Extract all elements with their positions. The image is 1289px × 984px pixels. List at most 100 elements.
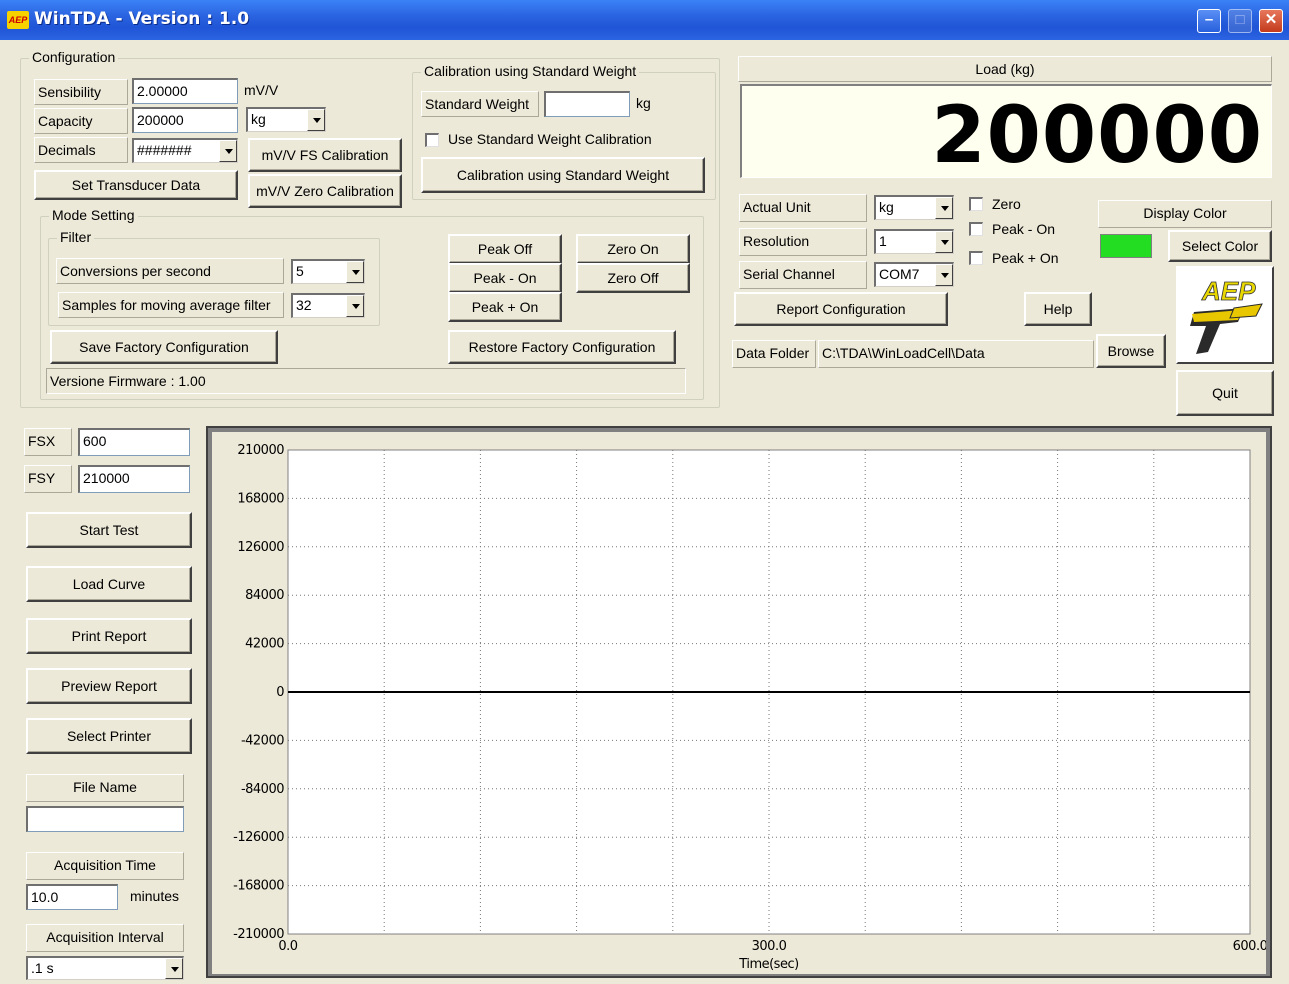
filter-legend: Filter	[57, 229, 95, 245]
quit-button[interactable]: Quit	[1176, 370, 1274, 416]
x-axis-label: Time(sec)	[738, 957, 798, 972]
resolution-select[interactable]: 1	[874, 229, 954, 254]
use-standard-weight-checkbox[interactable]	[425, 133, 439, 147]
save-factory-button[interactable]: Save Factory Configuration	[50, 330, 278, 364]
select-color-button[interactable]: Select Color	[1168, 230, 1272, 262]
start-test-button[interactable]: Start Test	[26, 512, 192, 548]
peak-minus-on-button[interactable]: Peak - On	[448, 263, 562, 293]
zero-checkbox[interactable]	[969, 197, 983, 211]
title-bar[interactable]: AEP WinTDA - Version : 1.0 – □ ✕	[0, 0, 1289, 40]
peak-plus-checkbox-label: Peak + On	[992, 250, 1059, 266]
y-tick-label: -168000	[233, 879, 284, 894]
capacity-unit-select[interactable]: kg	[246, 107, 326, 132]
data-folder-value[interactable]: C:\TDA\WinLoadCell\Data	[818, 340, 1094, 368]
resolution-label: Resolution	[739, 228, 867, 256]
file-name-input[interactable]	[26, 806, 184, 832]
data-folder-label: Data Folder	[732, 340, 816, 368]
chevron-down-icon[interactable]	[935, 231, 953, 253]
chevron-down-icon[interactable]	[307, 109, 325, 131]
calibrate-standard-weight-button[interactable]: Calibration using Standard Weight	[421, 157, 705, 193]
x-tick-label: 600.0	[1233, 939, 1266, 954]
capacity-input[interactable]: 200000	[132, 107, 238, 133]
samples-value: 32	[296, 297, 312, 313]
help-button[interactable]: Help	[1024, 292, 1092, 326]
load-chart: 210000 168000 126000 84000 42000 0 -42000 -8400…	[233, 443, 1268, 972]
zero-calibration-button[interactable]: mV/V Zero Calibration	[248, 174, 402, 208]
logo-letters: AEP	[1201, 276, 1256, 306]
print-report-button[interactable]: Print Report	[26, 618, 192, 654]
acquisition-time-input[interactable]: 10.0	[26, 884, 118, 910]
chevron-down-icon[interactable]	[346, 261, 364, 283]
y-tick-label: 42000	[245, 637, 284, 652]
y-tick-label: -126000	[233, 830, 284, 845]
chart-frame: 210000 168000 126000 84000 42000 0 -42000 -8400…	[206, 426, 1272, 978]
serial-channel-value: COM7	[879, 266, 920, 282]
peak-plus-checkbox[interactable]	[969, 251, 983, 265]
chevron-down-icon[interactable]	[935, 264, 953, 286]
chevron-down-icon[interactable]	[165, 958, 183, 979]
minimize-button[interactable]: –	[1197, 9, 1221, 33]
acquisition-interval-value: .1 s	[31, 960, 54, 976]
capacity-unit-value: kg	[251, 111, 266, 127]
set-transducer-button[interactable]: Set Transducer Data	[34, 170, 238, 200]
chevron-down-icon[interactable]	[935, 197, 953, 219]
fs-calibration-button[interactable]: mV/V FS Calibration	[248, 138, 402, 172]
decimals-select[interactable]: #######	[132, 138, 238, 163]
serial-channel-label: Serial Channel	[739, 261, 867, 289]
acquisition-time-label: Acquisition Time	[26, 852, 184, 880]
sensibility-input[interactable]: 2.00000	[132, 78, 238, 104]
select-printer-button[interactable]: Select Printer	[26, 718, 192, 754]
peak-plus-on-button[interactable]: Peak + On	[448, 292, 562, 322]
app-logo-icon: AEP	[7, 11, 29, 29]
acquisition-time-unit: minutes	[130, 888, 180, 904]
y-tick-label: 0	[276, 685, 284, 700]
capacity-label: Capacity	[34, 108, 128, 134]
load-label: Load (kg)	[738, 56, 1272, 82]
configuration-legend: Configuration	[29, 49, 119, 65]
actual-unit-value: kg	[879, 199, 894, 215]
zero-off-button[interactable]: Zero Off	[576, 263, 690, 293]
fsx-label: FSX	[24, 428, 72, 456]
firmware-label: Versione Firmware : 1.00	[46, 368, 686, 394]
close-button[interactable]: ✕	[1259, 9, 1283, 33]
y-tick-label: -210000	[233, 927, 284, 942]
restore-factory-button[interactable]: Restore Factory Configuration	[448, 330, 676, 364]
actual-unit-select[interactable]: kg	[874, 195, 954, 220]
display-color-swatch	[1100, 234, 1152, 258]
y-tick-label: -42000	[241, 733, 284, 748]
report-configuration-button[interactable]: Report Configuration	[734, 292, 948, 326]
browse-button[interactable]: Browse	[1096, 334, 1166, 368]
y-tick-label: 126000	[237, 540, 284, 555]
app-window: AEP WinTDA - Version : 1.0 – □ ✕ Configu…	[0, 0, 1289, 984]
fsx-input[interactable]: 600	[78, 428, 190, 456]
peak-minus-checkbox[interactable]	[969, 222, 983, 236]
load-curve-button[interactable]: Load Curve	[26, 566, 192, 602]
zero-on-button[interactable]: Zero On	[576, 234, 690, 264]
acquisition-interval-select[interactable]: .1 s	[26, 956, 184, 980]
serial-channel-select[interactable]: COM7	[874, 262, 954, 287]
decimals-label: Decimals	[34, 137, 128, 163]
aep-logo: AEP	[1176, 266, 1274, 364]
standard-weight-label: Standard Weight	[421, 91, 539, 117]
fsy-label: FSY	[24, 465, 72, 493]
resolution-value: 1	[879, 233, 887, 249]
x-tick-label: 300.0	[752, 939, 787, 954]
preview-report-button[interactable]: Preview Report	[26, 668, 192, 704]
peak-off-button[interactable]: Peak Off	[448, 234, 562, 264]
chevron-down-icon[interactable]	[219, 140, 237, 162]
y-tick-label: 168000	[237, 491, 284, 506]
calibration-legend: Calibration using Standard Weight	[421, 63, 640, 79]
y-tick-label: 210000	[237, 443, 284, 458]
file-name-label: File Name	[26, 774, 184, 802]
standard-weight-input[interactable]	[544, 91, 630, 117]
conversions-label: Conversions per second	[56, 258, 284, 284]
conversions-select[interactable]: 5	[291, 259, 365, 284]
fsy-input[interactable]: 210000	[78, 465, 190, 493]
chevron-down-icon[interactable]	[346, 295, 364, 317]
samples-select[interactable]: 32	[291, 293, 365, 318]
sensibility-label: Sensibility	[34, 79, 128, 105]
maximize-button[interactable]: □	[1228, 9, 1252, 33]
standard-weight-unit: kg	[636, 95, 651, 111]
mode-setting-legend: Mode Setting	[49, 207, 138, 223]
sensibility-unit: mV/V	[244, 82, 279, 98]
